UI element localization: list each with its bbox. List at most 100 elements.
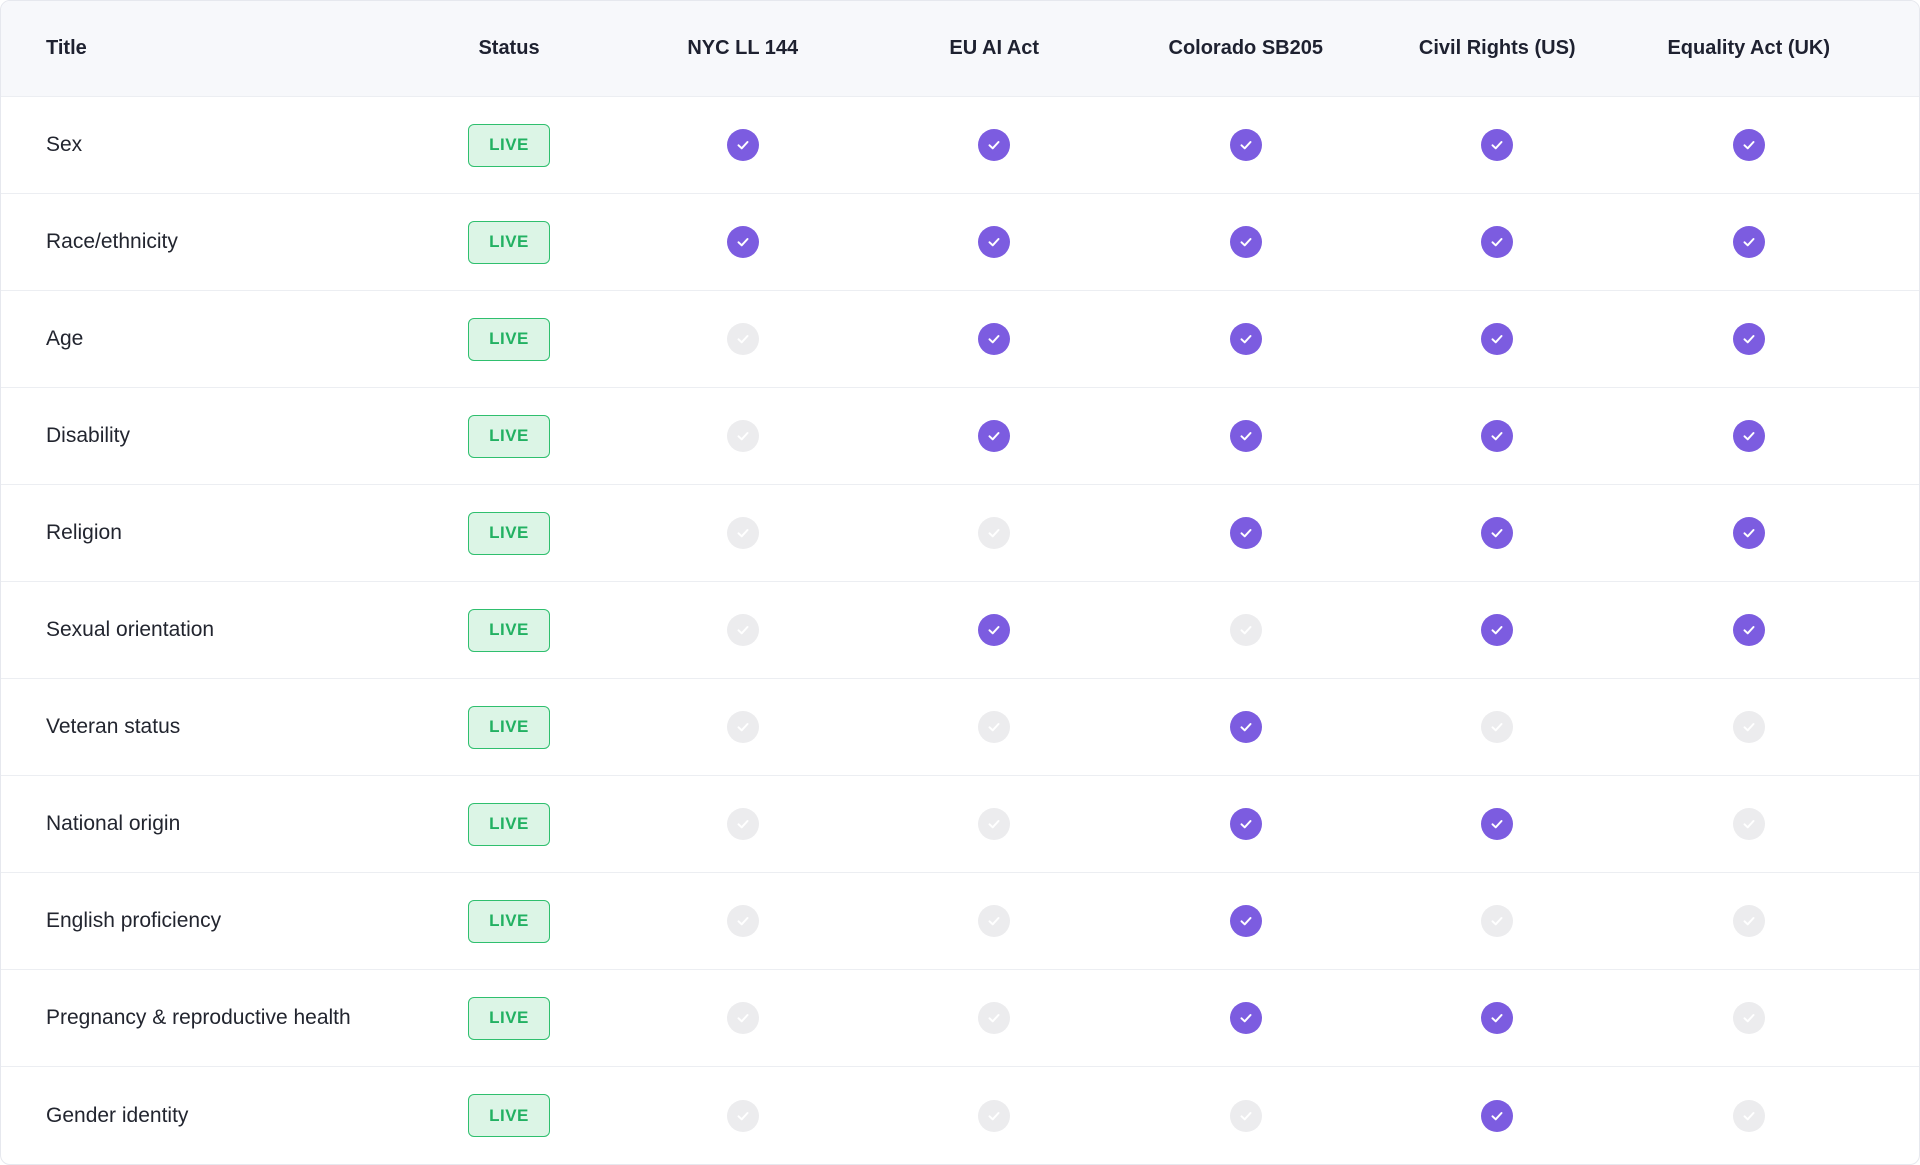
check-cell-equality-act-uk xyxy=(1623,776,1875,872)
check-circle-icon xyxy=(978,614,1011,646)
check-circle-disabled-icon xyxy=(1732,1099,1765,1132)
check-cell-eu-ai-act xyxy=(869,679,1121,775)
check-cell-eu-ai-act xyxy=(869,485,1121,581)
check-circle-disabled-icon xyxy=(1481,711,1514,743)
check-circle-icon xyxy=(1732,129,1765,161)
check-circle-disabled-icon xyxy=(726,905,759,937)
status-badge: LIVE xyxy=(468,414,550,458)
header-status[interactable]: Status xyxy=(401,1,617,96)
check-cell-equality-act-uk xyxy=(1623,485,1875,581)
check-cell-equality-act-uk xyxy=(1623,970,1875,1066)
check-circle-disabled-icon xyxy=(978,1002,1011,1034)
check-cell-equality-act-uk xyxy=(1623,582,1875,678)
table-row[interactable]: Religion LIVE xyxy=(1,485,1919,582)
check-circle-disabled-icon xyxy=(726,1099,759,1132)
table-row[interactable]: National origin LIVE xyxy=(1,776,1919,873)
row-title: Disability xyxy=(46,424,131,447)
status-badge: LIVE xyxy=(468,705,550,749)
check-circle-icon xyxy=(1481,226,1514,258)
table-row[interactable]: Gender identity LIVE xyxy=(1,1067,1919,1164)
status-cell: LIVE xyxy=(401,97,617,193)
check-circle-disabled-icon xyxy=(1732,808,1765,840)
status-badge: LIVE xyxy=(468,996,550,1040)
check-cell-equality-act-uk xyxy=(1623,679,1875,775)
table-row[interactable]: Pregnancy & reproductive health LIVE xyxy=(1,970,1919,1067)
table-row[interactable]: Race/ethnicity LIVE xyxy=(1,194,1919,291)
table-row[interactable]: English proficiency LIVE xyxy=(1,873,1919,970)
check-cell-eu-ai-act xyxy=(869,776,1121,872)
check-cell-equality-act-uk xyxy=(1623,97,1875,193)
check-cell-civil-rights-us xyxy=(1372,970,1624,1066)
header-law-equality-act-uk[interactable]: Equality Act (UK) xyxy=(1623,1,1875,96)
check-circle-icon xyxy=(1229,226,1262,258)
status-cell: LIVE xyxy=(401,291,617,387)
check-circle-disabled-icon xyxy=(1481,905,1514,937)
check-circle-icon xyxy=(1481,614,1514,646)
check-circle-icon xyxy=(978,323,1011,355)
row-title: Gender identity xyxy=(46,1103,189,1127)
status-badge: LIVE xyxy=(468,608,550,652)
check-cell-civil-rights-us xyxy=(1372,873,1624,969)
check-circle-disabled-icon xyxy=(726,808,759,840)
status-cell: LIVE xyxy=(401,873,617,969)
header-law-nyc-ll-144[interactable]: NYC LL 144 xyxy=(617,1,869,96)
table-row[interactable]: Sexual orientation LIVE xyxy=(1,582,1919,679)
row-title: Age xyxy=(46,327,84,350)
check-cell-nyc-ll-144 xyxy=(617,582,869,678)
table-row[interactable]: Age LIVE xyxy=(1,291,1919,388)
check-circle-disabled-icon xyxy=(1732,1002,1765,1034)
status-badge: LIVE xyxy=(468,802,550,846)
check-circle-icon xyxy=(726,129,759,161)
table-row[interactable]: Disability LIVE xyxy=(1,388,1919,485)
check-cell-nyc-ll-144 xyxy=(617,485,869,581)
status-cell: LIVE xyxy=(401,679,617,775)
status-cell: LIVE xyxy=(401,388,617,484)
check-circle-icon xyxy=(978,420,1011,452)
header-law-eu-ai-act[interactable]: EU AI Act xyxy=(869,1,1121,96)
check-circle-disabled-icon xyxy=(726,614,759,646)
row-title: English proficiency xyxy=(46,909,222,932)
check-cell-nyc-ll-144 xyxy=(617,873,869,969)
check-cell-nyc-ll-144 xyxy=(617,291,869,387)
check-cell-colorado-sb205 xyxy=(1120,194,1372,290)
check-circle-icon xyxy=(1481,129,1514,161)
check-cell-colorado-sb205 xyxy=(1120,970,1372,1066)
table-row[interactable]: Sex LIVE xyxy=(1,97,1919,194)
check-cell-eu-ai-act xyxy=(869,582,1121,678)
check-cell-eu-ai-act xyxy=(869,388,1121,484)
status-badge: LIVE xyxy=(468,1094,550,1137)
check-cell-colorado-sb205 xyxy=(1120,485,1372,581)
check-cell-colorado-sb205 xyxy=(1120,873,1372,969)
check-cell-colorado-sb205 xyxy=(1120,97,1372,193)
check-circle-disabled-icon xyxy=(978,517,1011,549)
check-cell-equality-act-uk xyxy=(1623,1067,1875,1164)
check-cell-civil-rights-us xyxy=(1372,291,1624,387)
check-cell-civil-rights-us xyxy=(1372,97,1624,193)
header-law-colorado-sb205[interactable]: Colorado SB205 xyxy=(1120,1,1372,96)
status-cell: LIVE xyxy=(401,776,617,872)
status-cell: LIVE xyxy=(401,1067,617,1164)
check-circle-icon xyxy=(1481,1099,1514,1132)
check-circle-icon xyxy=(1732,614,1765,646)
status-cell: LIVE xyxy=(401,485,617,581)
check-cell-equality-act-uk xyxy=(1623,194,1875,290)
table-row[interactable]: Veteran status LIVE xyxy=(1,679,1919,776)
check-circle-icon xyxy=(1481,1002,1514,1034)
check-circle-icon xyxy=(1481,517,1514,549)
header-title[interactable]: Title xyxy=(1,1,401,96)
check-cell-civil-rights-us xyxy=(1372,388,1624,484)
check-circle-disabled-icon xyxy=(978,1099,1011,1132)
check-circle-icon xyxy=(1732,517,1765,549)
check-circle-icon xyxy=(978,129,1011,161)
check-cell-colorado-sb205 xyxy=(1120,388,1372,484)
check-circle-disabled-icon xyxy=(1229,614,1262,646)
check-cell-civil-rights-us xyxy=(1372,776,1624,872)
check-cell-nyc-ll-144 xyxy=(617,97,869,193)
status-cell: LIVE xyxy=(401,582,617,678)
check-circle-disabled-icon xyxy=(726,420,759,452)
row-title: Sexual orientation xyxy=(46,618,215,641)
check-cell-equality-act-uk xyxy=(1623,873,1875,969)
check-cell-colorado-sb205 xyxy=(1120,582,1372,678)
check-circle-icon xyxy=(726,226,759,258)
header-law-civil-rights-us[interactable]: Civil Rights (US) xyxy=(1372,1,1624,96)
